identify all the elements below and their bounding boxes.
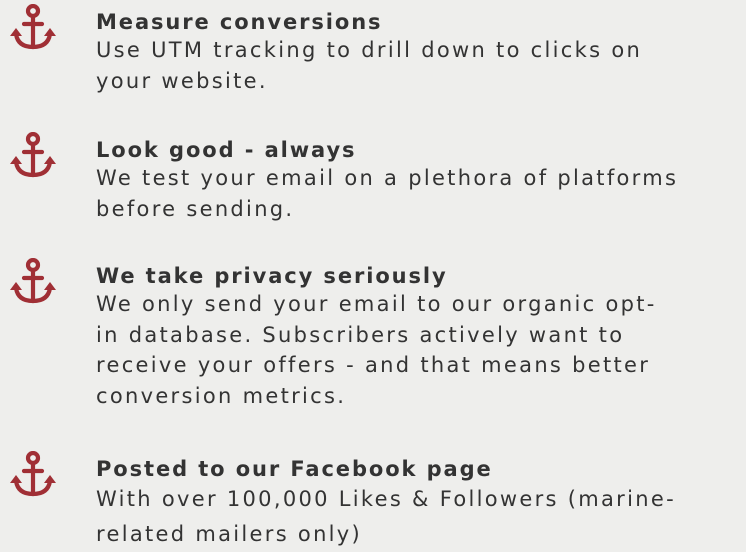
anchor-icon-graphic bbox=[10, 132, 56, 178]
feature-description: With over 100,000 Likes & Followers (mar… bbox=[96, 482, 736, 552]
feature-title: Posted to our Facebook page bbox=[96, 457, 493, 481]
feature-title: Look good - always bbox=[96, 138, 357, 162]
feature-description: Use UTM tracking to drill down to clicks… bbox=[96, 35, 736, 96]
features-list: Measure conversions Use UTM tracking to … bbox=[0, 0, 746, 546]
anchor-icon-graphic bbox=[10, 451, 56, 497]
anchor-icon-graphic bbox=[10, 4, 56, 50]
feature-description-line: in database. Subscribers actively want t… bbox=[96, 322, 625, 347]
feature-description-line: receive your offers - and that means bet… bbox=[96, 353, 651, 377]
feature-title: We take privacy seriously bbox=[96, 264, 448, 288]
feature-description-line: related mailers only) bbox=[96, 522, 363, 546]
anchor-icon bbox=[8, 132, 58, 180]
feature-description: We test your email on a plethora of plat… bbox=[96, 163, 736, 224]
anchor-icon bbox=[8, 4, 58, 52]
anchor-icon bbox=[8, 258, 58, 306]
feature-description-line: conversion metrics. bbox=[96, 383, 347, 408]
feature-description-line: With over 100,000 Likes & Followers (mar… bbox=[96, 487, 676, 511]
feature-description-line: We test your email on a plethora of plat… bbox=[96, 166, 679, 190]
feature-description-line: your website. bbox=[96, 68, 268, 93]
feature-description-line: Use UTM tracking to drill down to clicks… bbox=[96, 38, 643, 62]
feature-description-line: We only send your email to our organic o… bbox=[96, 292, 657, 316]
anchor-icon-graphic bbox=[10, 258, 56, 304]
anchor-icon bbox=[8, 451, 58, 499]
feature-title: Measure conversions bbox=[96, 10, 383, 34]
feature-description: We only send your email to our organic o… bbox=[96, 289, 736, 411]
feature-description-line: before sending. bbox=[96, 196, 295, 221]
